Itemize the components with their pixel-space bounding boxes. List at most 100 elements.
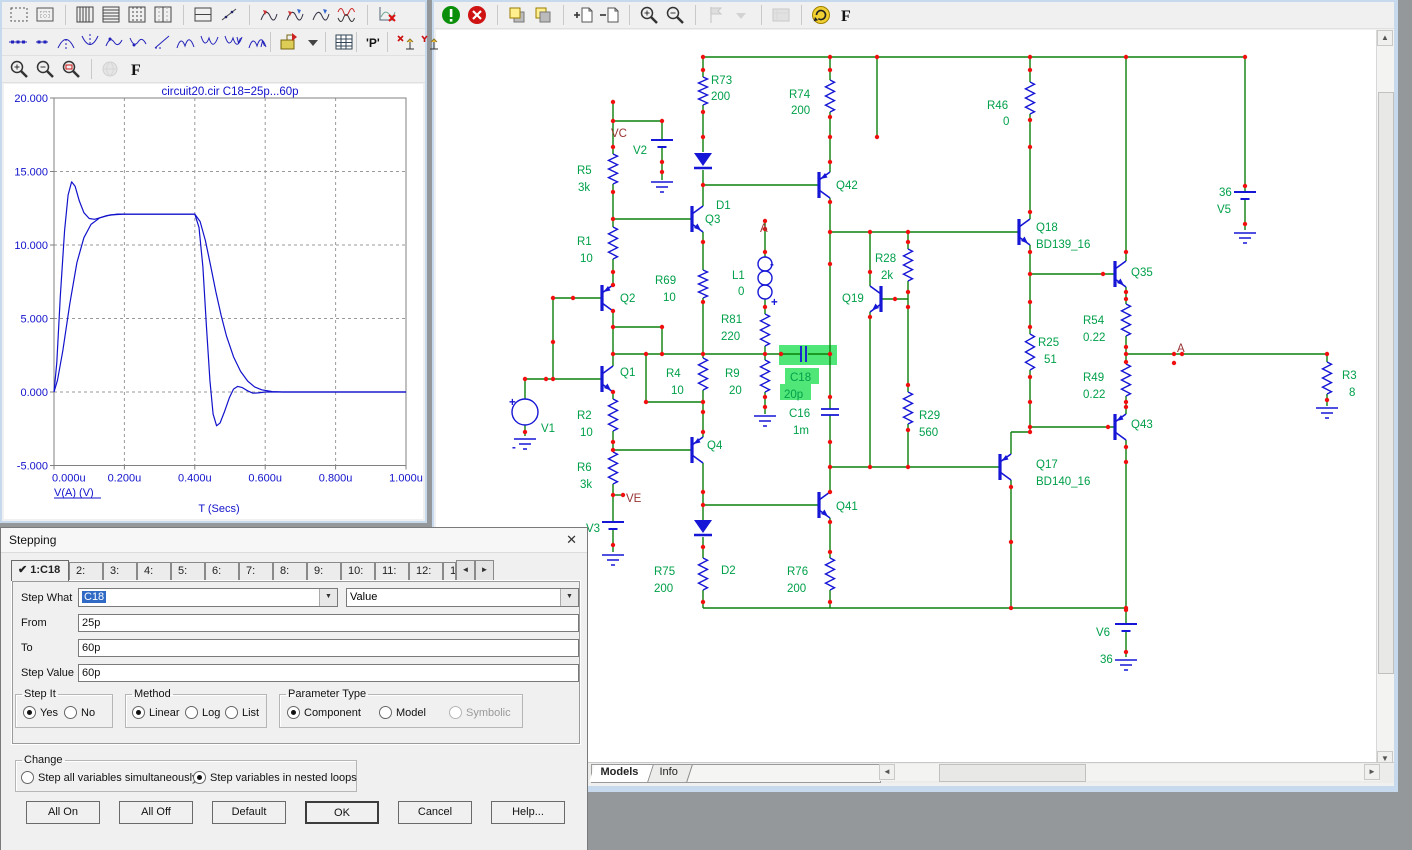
y-autoscale-icon[interactable] bbox=[418, 29, 442, 55]
cursor-both-icon[interactable] bbox=[282, 2, 308, 28]
radio-simultaneous[interactable]: Step all variables simultaneously bbox=[21, 771, 198, 784]
stepping-tab-13[interactable]: 1 bbox=[443, 562, 456, 581]
scroll-right-icon[interactable]: ► bbox=[1364, 764, 1380, 780]
peak-icon[interactable] bbox=[54, 29, 78, 55]
polarity-wave-icon[interactable] bbox=[334, 2, 360, 28]
zoom-out-icon[interactable] bbox=[662, 2, 688, 28]
ok-button[interactable]: OK bbox=[305, 801, 379, 824]
font-icon[interactable]: F bbox=[124, 56, 150, 82]
cancel-button[interactable]: Cancel bbox=[398, 801, 472, 824]
hscroll-thumb[interactable] bbox=[939, 764, 1086, 782]
tab-models[interactable]: Models bbox=[589, 765, 654, 782]
to-input[interactable]: 60p bbox=[78, 639, 579, 657]
dropdown-icon[interactable]: ▼ bbox=[319, 589, 337, 606]
step-value-input[interactable]: 60p bbox=[78, 664, 579, 682]
schematic-label-1m: 1m bbox=[793, 425, 809, 437]
all-on-button[interactable]: All On bbox=[26, 801, 100, 824]
vertical-scrollbar[interactable]: ▲ ▼ bbox=[1376, 30, 1394, 767]
radio-yes[interactable]: Yes bbox=[23, 706, 58, 719]
global-high-icon[interactable] bbox=[246, 29, 270, 55]
default-button[interactable]: Default bbox=[212, 801, 286, 824]
stepping-tab-8[interactable]: 8: bbox=[273, 562, 307, 581]
zoom-select-icon[interactable] bbox=[58, 56, 84, 82]
branch-dropdown-icon[interactable] bbox=[301, 29, 325, 55]
tab-info[interactable]: Info bbox=[648, 765, 694, 782]
radio-component[interactable]: Component bbox=[287, 706, 361, 719]
dotted-stripes-icon[interactable] bbox=[124, 2, 150, 28]
horizontal-stripes-icon[interactable] bbox=[98, 2, 124, 28]
segment-icon[interactable] bbox=[30, 29, 54, 55]
help-button[interactable]: Help... bbox=[491, 801, 565, 824]
step-value-label: Step Value bbox=[21, 667, 75, 679]
step-mode-combo[interactable]: Value ▼ bbox=[346, 588, 579, 607]
refresh-icon[interactable] bbox=[808, 2, 834, 28]
grid-icon[interactable] bbox=[32, 2, 58, 28]
column-split-icon[interactable] bbox=[150, 2, 176, 28]
from-input[interactable]: 25p bbox=[78, 614, 579, 632]
valley-icon[interactable] bbox=[78, 29, 102, 55]
analysis-window: 'P' F 20.000 15.000 10.000 5.000 0.000 -5.000… bbox=[0, 0, 438, 523]
stepping-tab-1[interactable]: ✔ 1:C18 bbox=[11, 560, 69, 581]
plot-area[interactable]: 20.000 15.000 10.000 5.000 0.000 -5.000 0.000u… bbox=[4, 84, 423, 519]
valley-next-icon[interactable] bbox=[198, 29, 222, 55]
plot-legend[interactable]: V(A) (V) bbox=[54, 487, 94, 499]
select-area-icon[interactable] bbox=[6, 2, 32, 28]
no-animate-icon[interactable] bbox=[374, 2, 400, 28]
p-label-icon[interactable]: 'P' bbox=[363, 29, 387, 55]
cursor-left-icon[interactable] bbox=[256, 2, 282, 28]
dropdown-icon[interactable]: ▼ bbox=[560, 589, 578, 606]
vscroll-thumb[interactable] bbox=[1378, 92, 1394, 674]
schematic-label-R25: R25 bbox=[1038, 337, 1059, 349]
data-table-icon[interactable] bbox=[332, 29, 356, 55]
font-icon[interactable]: F bbox=[834, 2, 860, 28]
stepping-tab-3[interactable]: 3: bbox=[103, 562, 137, 581]
schematic-label--: - bbox=[770, 259, 774, 271]
radio-model[interactable]: Model bbox=[379, 706, 426, 719]
zoom-out-icon[interactable] bbox=[32, 56, 58, 82]
radio-linear[interactable]: Linear bbox=[132, 706, 180, 719]
stepping-tab-10[interactable]: 10: bbox=[341, 562, 375, 581]
stop-icon[interactable] bbox=[464, 2, 490, 28]
scroll-up-icon[interactable]: ▲ bbox=[1377, 30, 1393, 46]
stepping-tab-6[interactable]: 6: bbox=[205, 562, 239, 581]
send-back-icon[interactable] bbox=[530, 2, 556, 28]
bring-front-icon[interactable] bbox=[504, 2, 530, 28]
stepping-tab-2[interactable]: 2: bbox=[69, 562, 103, 581]
stepping-tab-11[interactable]: 11: bbox=[375, 562, 409, 581]
global-low-icon[interactable] bbox=[222, 29, 246, 55]
scroll-left-icon[interactable]: ◄ bbox=[879, 764, 895, 780]
stepping-tab-12[interactable]: 12: bbox=[409, 562, 443, 581]
cursor-right-icon[interactable] bbox=[308, 2, 334, 28]
add-page-icon[interactable] bbox=[570, 2, 596, 28]
vertical-stripes-icon[interactable] bbox=[72, 2, 98, 28]
segment-wide-icon[interactable] bbox=[6, 29, 30, 55]
all-off-button[interactable]: All Off bbox=[119, 801, 193, 824]
step-what-combo[interactable]: C18 ▼ bbox=[78, 588, 338, 607]
peak-next-icon[interactable] bbox=[174, 29, 198, 55]
zoom-in-icon[interactable] bbox=[636, 2, 662, 28]
radio-nested-loops[interactable]: Step variables in nested loops bbox=[193, 771, 357, 784]
high-point-icon[interactable] bbox=[102, 29, 126, 55]
stepping-tab-4[interactable]: 4: bbox=[137, 562, 171, 581]
run-icon[interactable] bbox=[438, 2, 464, 28]
schematic-label-0.22: 0.22 bbox=[1083, 332, 1105, 344]
tab-scroll-left-icon[interactable]: ◄ bbox=[456, 560, 475, 581]
slope-icon[interactable] bbox=[150, 29, 174, 55]
radio-no[interactable]: No bbox=[64, 706, 95, 719]
zoom-in-icon[interactable] bbox=[6, 56, 32, 82]
stepping-tab-9[interactable]: 9: bbox=[307, 562, 341, 581]
radio-list[interactable]: List bbox=[225, 706, 259, 719]
x-autoscale-icon[interactable] bbox=[394, 29, 418, 55]
dialog-titlebar[interactable]: Stepping ✕ bbox=[1, 528, 587, 553]
stepping-tab-7[interactable]: 7: bbox=[239, 562, 273, 581]
slope-line-icon[interactable] bbox=[216, 2, 242, 28]
remove-page-icon[interactable] bbox=[596, 2, 622, 28]
horizontal-split-icon[interactable] bbox=[190, 2, 216, 28]
stepping-tab-5[interactable]: 5: bbox=[171, 562, 205, 581]
tab-scroll-right-icon[interactable]: ► bbox=[475, 560, 494, 581]
low-point-icon[interactable] bbox=[126, 29, 150, 55]
horizontal-scrollbar[interactable]: ◄ ► bbox=[879, 764, 1380, 782]
close-icon[interactable]: ✕ bbox=[566, 528, 577, 552]
go-to-branch-icon[interactable] bbox=[277, 29, 301, 55]
radio-log[interactable]: Log bbox=[185, 706, 220, 719]
